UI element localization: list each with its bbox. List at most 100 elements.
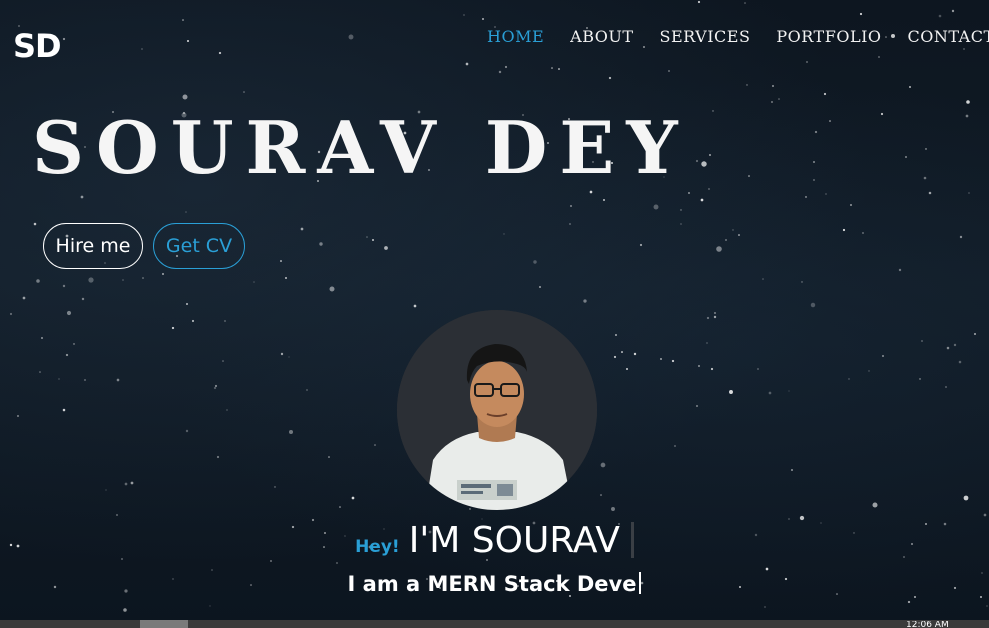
star <box>921 340 923 342</box>
role-subtitle: I am a MERN Stack Deve <box>347 572 637 596</box>
star <box>185 429 189 433</box>
star <box>805 60 809 64</box>
star <box>124 482 128 486</box>
star <box>724 238 728 242</box>
star <box>306 389 308 391</box>
star <box>862 232 864 234</box>
star <box>778 98 780 100</box>
star <box>336 562 338 564</box>
star <box>81 297 85 301</box>
star <box>825 193 827 195</box>
star <box>608 76 612 80</box>
star <box>974 333 976 335</box>
star <box>814 130 818 134</box>
star <box>503 233 505 235</box>
star <box>22 296 26 300</box>
nav-contact[interactable]: CONTACT <box>908 27 989 47</box>
star <box>716 246 722 252</box>
star <box>162 273 164 275</box>
star <box>213 386 217 390</box>
star <box>813 179 815 181</box>
star <box>882 355 884 357</box>
star <box>142 277 144 279</box>
site-logo[interactable]: SD <box>13 28 62 64</box>
star <box>116 514 118 516</box>
star <box>62 284 66 288</box>
star <box>708 188 710 190</box>
star <box>62 37 66 41</box>
nav-home[interactable]: HOME <box>487 27 544 47</box>
star <box>639 243 643 247</box>
star <box>558 68 560 70</box>
star <box>801 281 803 283</box>
star <box>701 161 707 167</box>
star <box>680 209 682 211</box>
star <box>105 489 107 491</box>
profile-photo-illustration <box>397 310 597 510</box>
nav-portfolio[interactable]: PORTFOLIO <box>776 27 881 47</box>
hero-section: SD HOME ABOUT SERVICES PORTFOLIO CONTACT… <box>0 0 989 628</box>
star <box>765 567 769 571</box>
star <box>374 444 376 446</box>
star <box>289 430 293 434</box>
nav-services[interactable]: SERVICES <box>660 27 751 47</box>
star <box>600 462 606 468</box>
star <box>698 365 700 367</box>
star <box>551 67 553 69</box>
star <box>706 316 710 320</box>
star <box>963 495 969 501</box>
star <box>738 234 740 236</box>
star <box>788 390 790 392</box>
star <box>329 286 335 292</box>
star <box>569 223 571 225</box>
get-cv-button[interactable]: Get CV <box>153 223 245 269</box>
star <box>905 156 907 158</box>
star <box>966 100 970 104</box>
star <box>218 51 222 55</box>
star <box>965 114 969 118</box>
star <box>39 371 41 373</box>
star <box>878 56 880 58</box>
star <box>829 120 831 122</box>
star <box>697 0 701 4</box>
star <box>600 494 602 496</box>
main-nav: HOME ABOUT SERVICES PORTFOLIO CONTACT <box>487 27 989 47</box>
star <box>907 600 911 604</box>
star <box>171 326 175 330</box>
star <box>823 92 827 96</box>
star <box>504 65 508 69</box>
hero-title: SOURAV DEY <box>32 105 690 190</box>
star <box>36 279 40 283</box>
nav-about[interactable]: ABOUT <box>570 27 633 47</box>
star <box>463 14 465 16</box>
star <box>983 513 987 517</box>
star <box>211 569 213 571</box>
taskbar-active-app[interactable] <box>140 620 188 628</box>
star <box>946 346 950 350</box>
star <box>280 352 284 356</box>
star <box>141 48 143 50</box>
star <box>968 192 970 194</box>
star <box>746 84 748 86</box>
star <box>848 378 850 380</box>
star <box>185 302 189 306</box>
star <box>790 468 794 472</box>
star <box>660 358 662 360</box>
star <box>959 235 963 239</box>
star <box>872 502 878 508</box>
star <box>288 356 290 358</box>
star <box>653 204 659 210</box>
star <box>469 508 471 510</box>
star <box>300 227 304 231</box>
star <box>729 390 733 394</box>
star <box>986 605 988 607</box>
star <box>274 486 276 488</box>
star <box>611 507 615 511</box>
star <box>626 368 628 370</box>
star <box>695 159 699 163</box>
hire-me-button[interactable]: Hire me <box>43 223 143 269</box>
star <box>868 370 870 372</box>
star <box>224 320 226 322</box>
star <box>909 86 911 88</box>
star <box>898 268 902 272</box>
